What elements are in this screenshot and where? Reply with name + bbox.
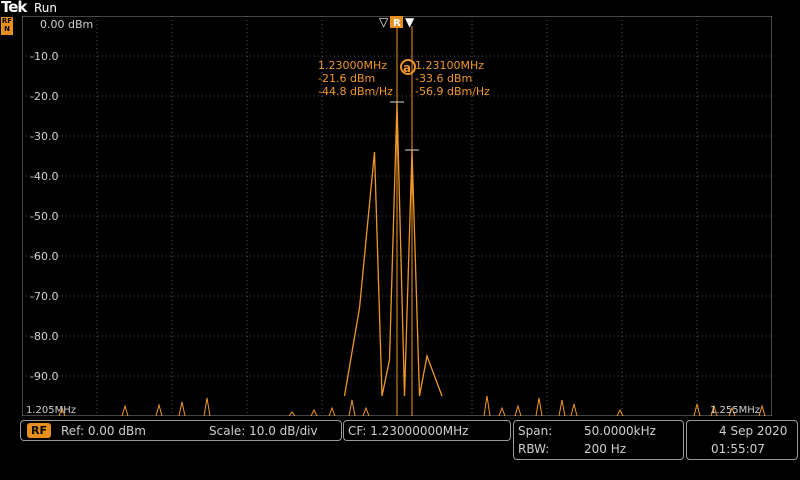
cursor-b-density: -56.9 dBm/Hz (415, 85, 490, 98)
center-frequency-value[interactable]: CF: 1.23000000MHz (348, 424, 468, 438)
center-frequency-panel[interactable]: CF: 1.23000000MHz (343, 420, 511, 441)
right-marker-icon[interactable]: ▼ (405, 16, 415, 29)
y-tick-label: -50.0 (30, 210, 58, 223)
time-display: 01:55:07 (711, 442, 765, 456)
date-display: 4 Sep 2020 (719, 424, 788, 438)
start-frequency-label: 1.205MHz (26, 405, 76, 416)
cursor-a-level: -21.6 dBm (318, 72, 375, 85)
acquisition-status[interactable]: Run (34, 1, 57, 15)
ref-scale-panel[interactable]: RF Ref: 0.00 dBm Scale: 10.0 dB/div (20, 420, 342, 441)
rbw-label: RBW: (518, 442, 550, 456)
span-label: Span: (518, 424, 553, 438)
y-axis-labels: -10.0 -20.0 -30.0 -40.0 -50.0 -60.0 -70.0 -80.0… (30, 50, 58, 383)
ref-level-label: 0.00 dBm (40, 18, 93, 31)
cursor-b-freq: 1.23100MHz (415, 59, 484, 72)
brand-logo: Tek (1, 0, 27, 16)
span-value[interactable]: 50.0000kHz (584, 424, 656, 438)
span-rbw-panel[interactable]: Span: 50.0000kHz RBW: 200 Hz (513, 420, 684, 460)
rbw-value[interactable]: 200 Hz (584, 442, 626, 456)
status-bar: Tek Run (0, 0, 800, 16)
y-tick-label: -40.0 (30, 170, 58, 183)
y-tick-label: -10.0 (30, 50, 58, 63)
y-tick-label: -80.0 (30, 330, 58, 343)
ref-level-setting[interactable]: Ref: 0.00 dBm (61, 424, 146, 438)
cursor-badge-label: a (403, 61, 411, 75)
spectrum-plot[interactable]: -10.0 -20.0 -30.0 -40.0 -50.0 -60.0 -70.0 -80.0… (22, 16, 772, 416)
cursor-a-freq: 1.23000MHz (318, 59, 387, 72)
cursor-b-level: -33.6 dBm (415, 72, 472, 85)
stop-frequency-label: 1.255MHz (710, 405, 760, 416)
y-tick-label: -60.0 (30, 250, 58, 263)
cursor-a-density: -44.8 dBm/Hz (318, 85, 393, 98)
y-tick-label: -20.0 (30, 90, 58, 103)
rf-badge: RF (27, 423, 51, 438)
y-tick-label: -90.0 (30, 370, 58, 383)
scale-setting[interactable]: Scale: 10.0 dB/div (209, 424, 318, 438)
y-tick-label: -30.0 (30, 130, 58, 143)
settings-bar: RF Ref: 0.00 dBm Scale: 10.0 dB/div CF: … (0, 418, 800, 480)
channel-badge[interactable]: RF N (1, 17, 13, 35)
left-marker-icon[interactable]: ▽ (379, 16, 389, 29)
datetime-panel[interactable]: 4 Sep 2020 01:55:07 (686, 420, 798, 460)
y-tick-label: -70.0 (30, 290, 58, 303)
ref-marker-label: R (393, 18, 401, 29)
